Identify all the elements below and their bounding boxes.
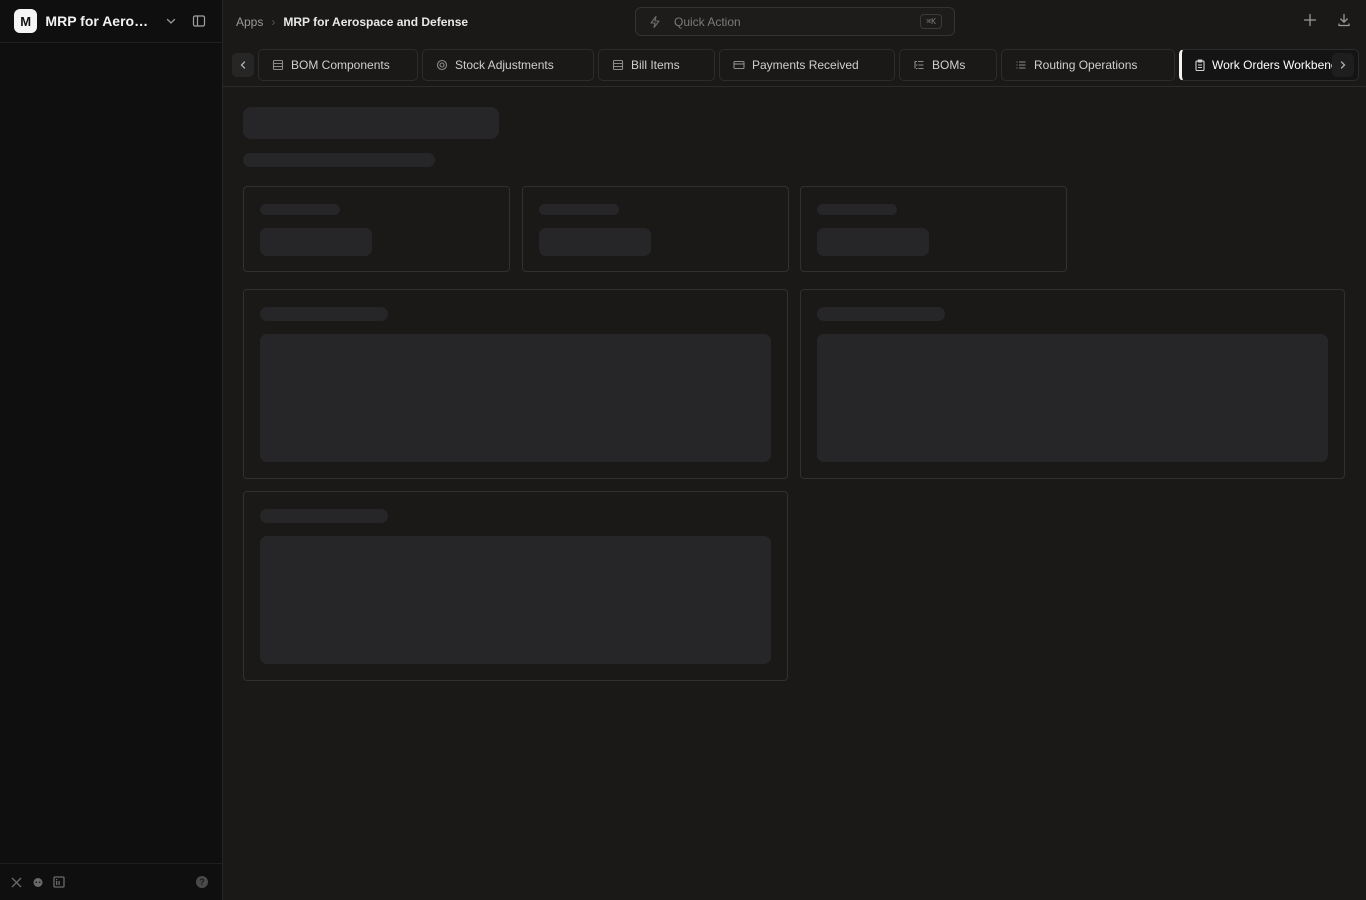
skeleton-chart-card <box>800 289 1345 479</box>
tab-label: BOM Components <box>291 57 390 72</box>
tab-routing-operations[interactable]: Routing Operations <box>1001 48 1175 81</box>
plus-icon[interactable] <box>1302 12 1318 28</box>
skeleton-chart-card <box>243 289 788 479</box>
tab-label: Payments Received <box>752 57 859 72</box>
tab-payments-received[interactable]: Payments Received <box>719 48 895 81</box>
quick-action-shortcut: ⌘K <box>920 14 942 29</box>
help-icon[interactable]: ? <box>196 876 208 888</box>
breadcrumb-apps[interactable]: Apps <box>236 15 263 29</box>
tab-stock-adjustments[interactable]: Stock Adjustments <box>422 48 594 81</box>
download-icon[interactable] <box>1336 12 1352 28</box>
tabs-scroll-right-button[interactable] <box>1332 53 1354 77</box>
chevron-left-icon <box>240 60 246 69</box>
skeleton-line <box>260 307 388 321</box>
skeleton-line <box>260 204 340 215</box>
tab-bom-components[interactable]: BOM Components <box>258 48 418 81</box>
linkedin-icon[interactable] <box>52 876 65 889</box>
skeleton-line <box>817 204 897 215</box>
top-actions <box>1302 12 1352 28</box>
topbar: Apps › MRP for Aerospace and Defense Qui… <box>223 0 1366 43</box>
sidebar-toggle-icon[interactable] <box>190 12 208 30</box>
sidebar-header: M MRP for Aerospace and Defense <box>0 0 222 43</box>
skeleton-line <box>260 509 388 523</box>
lightning-icon <box>648 15 662 29</box>
app-logo[interactable]: M <box>14 9 38 33</box>
tab-bill-items[interactable]: Bill Items <box>598 48 715 81</box>
x-logo-icon[interactable] <box>10 876 23 889</box>
breadcrumb: Apps › MRP for Aerospace and Defense <box>236 15 468 29</box>
sidebar-body <box>0 43 222 863</box>
tab-label: Bill Items <box>631 57 680 72</box>
app-root: M MRP for Aerospace and Defense ? <box>0 0 1366 900</box>
skeleton-chart-card <box>243 491 788 681</box>
skeleton-chart-area <box>817 334 1328 462</box>
list-icon <box>1014 58 1028 72</box>
skeleton-title <box>243 107 499 139</box>
table-icon <box>611 58 625 72</box>
tabs-scroll-left-button[interactable] <box>232 52 254 77</box>
skeleton-stat-card <box>522 186 789 272</box>
table-icon <box>271 58 285 72</box>
tab-label: Work Orders Workbench <box>1212 57 1344 72</box>
clipboard-icon <box>1194 58 1206 72</box>
skeleton-chart-area <box>260 334 771 462</box>
skeleton-stat-card <box>800 186 1067 272</box>
quick-action-input[interactable]: Quick Action ⌘K <box>635 7 955 36</box>
breadcrumb-separator: › <box>271 14 276 29</box>
skeleton-chart-area <box>260 536 771 664</box>
target-icon <box>435 58 449 72</box>
tab-bar: BOM Components Stock Adjustments Bill It… <box>223 43 1366 87</box>
app-name[interactable]: MRP for Aerospace and Defense <box>45 13 152 29</box>
main-area: Apps › MRP for Aerospace and Defense Qui… <box>223 0 1366 900</box>
skeleton-value <box>260 228 372 256</box>
tab-label: BOMs <box>932 57 966 72</box>
reddit-icon[interactable] <box>31 876 44 889</box>
dashboard-content <box>223 87 1366 900</box>
breadcrumb-current: MRP for Aerospace and Defense <box>283 14 469 29</box>
list-tree-icon <box>912 58 926 72</box>
tab-label: Stock Adjustments <box>455 57 554 72</box>
tab-label: Routing Operations <box>1034 57 1138 72</box>
sidebar: M MRP for Aerospace and Defense ? <box>0 0 223 900</box>
skeleton-value <box>817 228 929 256</box>
skeleton-stat-card <box>243 186 510 272</box>
card-icon <box>732 58 746 72</box>
chevron-right-icon <box>1340 61 1346 69</box>
skeleton-subtitle <box>243 153 435 167</box>
tabs-list: BOM Components Stock Adjustments Bill It… <box>258 48 1363 81</box>
quick-action-label: Quick Action <box>674 14 741 29</box>
tab-boms[interactable]: BOMs <box>899 48 997 81</box>
skeleton-line <box>539 204 619 215</box>
skeleton-value <box>539 228 651 256</box>
skeleton-line <box>817 307 945 321</box>
sidebar-footer: ? <box>0 863 222 900</box>
chevron-down-icon[interactable] <box>163 13 179 29</box>
